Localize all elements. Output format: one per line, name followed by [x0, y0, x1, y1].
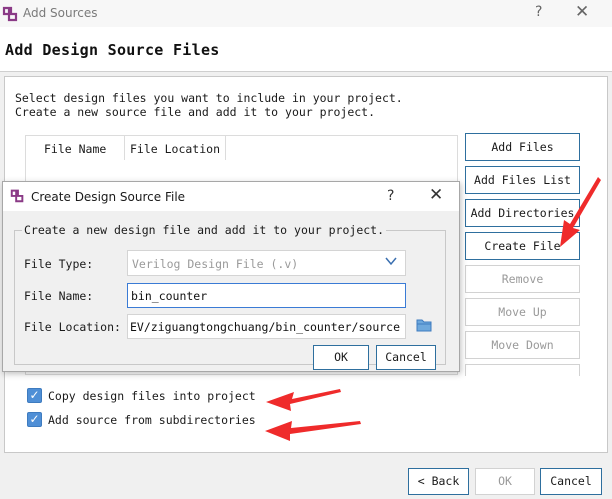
remove-button[interactable]: Remove: [465, 265, 580, 293]
back-button[interactable]: < Back: [408, 468, 469, 495]
file-type-select[interactable]: Verilog Design File (.v): [127, 250, 406, 276]
add-subdirs-checkbox[interactable]: ✓: [27, 412, 42, 427]
app-logo-icon: [2, 6, 18, 22]
description-line-1: Select design files you want to include …: [15, 91, 403, 105]
dialog-ok-button[interactable]: OK: [313, 345, 369, 370]
copy-files-label[interactable]: Copy design files into project: [48, 389, 256, 403]
page-title: Add Design Source Files: [5, 41, 220, 59]
check-icon: ✓: [29, 388, 40, 402]
file-name-input[interactable]: bin_counter: [127, 283, 406, 308]
move-down-button[interactable]: Move Down: [465, 331, 580, 359]
add-directories-button[interactable]: Add Directories: [465, 199, 580, 227]
chevron-down-icon[interactable]: [384, 255, 398, 267]
cancel-button[interactable]: Cancel: [540, 468, 602, 495]
help-button[interactable]: ?: [535, 4, 542, 20]
create-file-button[interactable]: Create File: [465, 232, 580, 260]
add-files-button[interactable]: Add Files: [465, 133, 580, 161]
ok-button[interactable]: OK: [475, 468, 535, 495]
copy-files-checkbox[interactable]: ✓: [27, 388, 42, 403]
dialog-close-icon[interactable]: ✕: [429, 185, 443, 205]
column-header-file-location[interactable]: File Location: [125, 136, 226, 160]
hidden-button-edge: [465, 364, 580, 376]
app-logo-icon: [10, 189, 24, 203]
add-files-list-button[interactable]: Add Files List: [465, 166, 580, 194]
dialog-help-button[interactable]: ?: [387, 188, 394, 204]
file-name-label: File Name:: [24, 289, 94, 303]
close-icon[interactable]: ✕: [575, 2, 589, 22]
description-line-2: Create a new source file and add it to y…: [15, 105, 376, 119]
folder-icon[interactable]: [416, 318, 432, 332]
check-icon: ✓: [29, 412, 40, 426]
move-up-button[interactable]: Move Up: [465, 298, 580, 326]
column-header-file-name[interactable]: File Name: [26, 136, 125, 160]
dialog-title: Create Design Source File: [31, 190, 186, 204]
file-type-label: File Type:: [24, 257, 94, 271]
dialog-group-label: Create a new design file and add it to y…: [22, 223, 387, 237]
window-title: Add Sources: [23, 6, 98, 20]
file-location-label: File Location:: [24, 320, 121, 334]
add-subdirs-label[interactable]: Add source from subdirectories: [48, 413, 256, 427]
file-location-input[interactable]: EV/ziguangtongchuang/bin_counter/source: [127, 314, 406, 339]
dialog-cancel-button[interactable]: Cancel: [376, 345, 436, 370]
